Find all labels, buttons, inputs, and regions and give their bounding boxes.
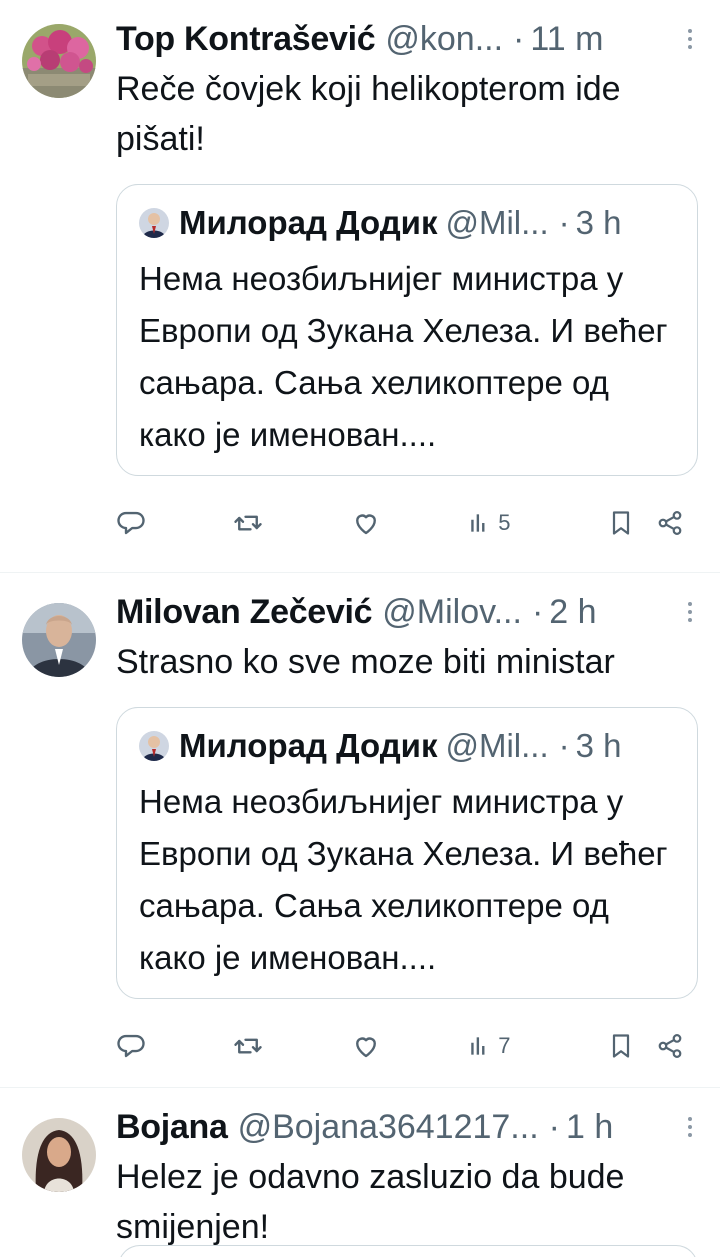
- action-bar: 5: [116, 488, 698, 558]
- bookmark-icon: [612, 511, 630, 535]
- author-handle[interactable]: @Bojana3641217...: [238, 1108, 539, 1147]
- quote-timestamp: 3 h: [575, 727, 622, 764]
- quote-text: Нема неозбиљнијег министра у Европи од З…: [139, 260, 668, 453]
- separator-dot: ·: [558, 204, 570, 241]
- reply-button[interactable]: [116, 508, 233, 538]
- retweet-icon: [234, 1038, 262, 1054]
- timestamp[interactable]: 1 h: [566, 1108, 613, 1147]
- quote-author-handle: @Mil...: [445, 727, 549, 764]
- avatar[interactable]: [22, 24, 96, 98]
- author-name[interactable]: Bojana: [116, 1108, 228, 1147]
- more-icon[interactable]: [678, 602, 698, 622]
- quote-avatar: [139, 731, 169, 761]
- separator-dot: ·: [531, 592, 544, 631]
- more-icon[interactable]: [678, 29, 698, 49]
- avatar[interactable]: [22, 603, 96, 677]
- share-icon: [659, 1034, 682, 1058]
- quote-author-name: Милорад Додик: [179, 727, 438, 764]
- share-button[interactable]: [656, 509, 696, 537]
- author-handle[interactable]: @Milov...: [382, 593, 522, 632]
- views-count: 5: [498, 510, 511, 535]
- retweet-icon: [234, 515, 262, 531]
- like-button[interactable]: [351, 508, 468, 538]
- quote-timestamp: 3 h: [575, 204, 622, 241]
- reply-button[interactable]: [116, 1031, 233, 1061]
- tweet[interactable]: Bojana @Bojana3641217... · 1 h Helez je …: [0, 1088, 720, 1257]
- tweet-text: Strasno ko sve moze biti ministar: [116, 643, 615, 681]
- quote-author-name: Милорад Додик: [179, 204, 438, 241]
- tweet-feed: Top Kontrašević @kon... · 11 m Reče čovj…: [0, 0, 720, 1257]
- tweet-text: Helez je odavno zasluzio da bude smijenj…: [116, 1158, 625, 1246]
- retweet-button[interactable]: [233, 1031, 352, 1061]
- quote-author-handle: @Mil...: [445, 204, 549, 241]
- share-button[interactable]: [656, 1032, 696, 1060]
- timestamp[interactable]: 2 h: [549, 593, 596, 632]
- reply-icon: [117, 511, 145, 535]
- views-icon: [471, 1037, 485, 1055]
- separator-dot: ·: [558, 727, 570, 764]
- like-icon: [356, 514, 377, 535]
- views-count: 7: [498, 1033, 511, 1058]
- share-icon: [659, 511, 682, 535]
- like-button[interactable]: [351, 1031, 468, 1061]
- retweet-button[interactable]: [233, 508, 352, 538]
- quote-text: Нема неозбиљнијег министра у Европи од З…: [139, 783, 668, 976]
- author-name[interactable]: Top Kontrašević: [116, 20, 376, 59]
- views-icon: [471, 514, 485, 532]
- reply-icon: [117, 1034, 145, 1058]
- views-button[interactable]: 7: [468, 1033, 585, 1059]
- quoted-tweet[interactable]: Милорад Додик @Mil... · 3 h Нема неозбиљ…: [116, 184, 698, 476]
- timestamp[interactable]: 11 m: [530, 20, 603, 59]
- views-button[interactable]: 5: [468, 510, 585, 536]
- tweet[interactable]: Top Kontrašević @kon... · 11 m Reče čovj…: [0, 0, 720, 573]
- tweet[interactable]: Milovan Zečević @Milov... · 2 h Strasno …: [0, 573, 720, 1088]
- author-handle[interactable]: @kon...: [385, 20, 503, 59]
- tweet-text: Reče čovjek koji helikopterom ide pišati…: [116, 70, 621, 158]
- separator-dot: ·: [548, 1107, 560, 1146]
- more-icon[interactable]: [678, 1117, 698, 1137]
- author-name[interactable]: Milovan Zečević: [116, 593, 373, 632]
- quote-avatar: [139, 208, 169, 238]
- quoted-tweet-peek[interactable]: [118, 1245, 698, 1257]
- like-icon: [356, 1037, 377, 1058]
- avatar[interactable]: [22, 1118, 96, 1192]
- action-bar: 7: [116, 1011, 698, 1081]
- quoted-tweet[interactable]: Милорад Додик @Mil... · 3 h Нема неозбиљ…: [116, 707, 698, 999]
- separator-dot: ·: [513, 19, 525, 58]
- bookmark-button[interactable]: [607, 509, 656, 537]
- bookmark-icon: [612, 1034, 630, 1058]
- bookmark-button[interactable]: [607, 1032, 656, 1060]
